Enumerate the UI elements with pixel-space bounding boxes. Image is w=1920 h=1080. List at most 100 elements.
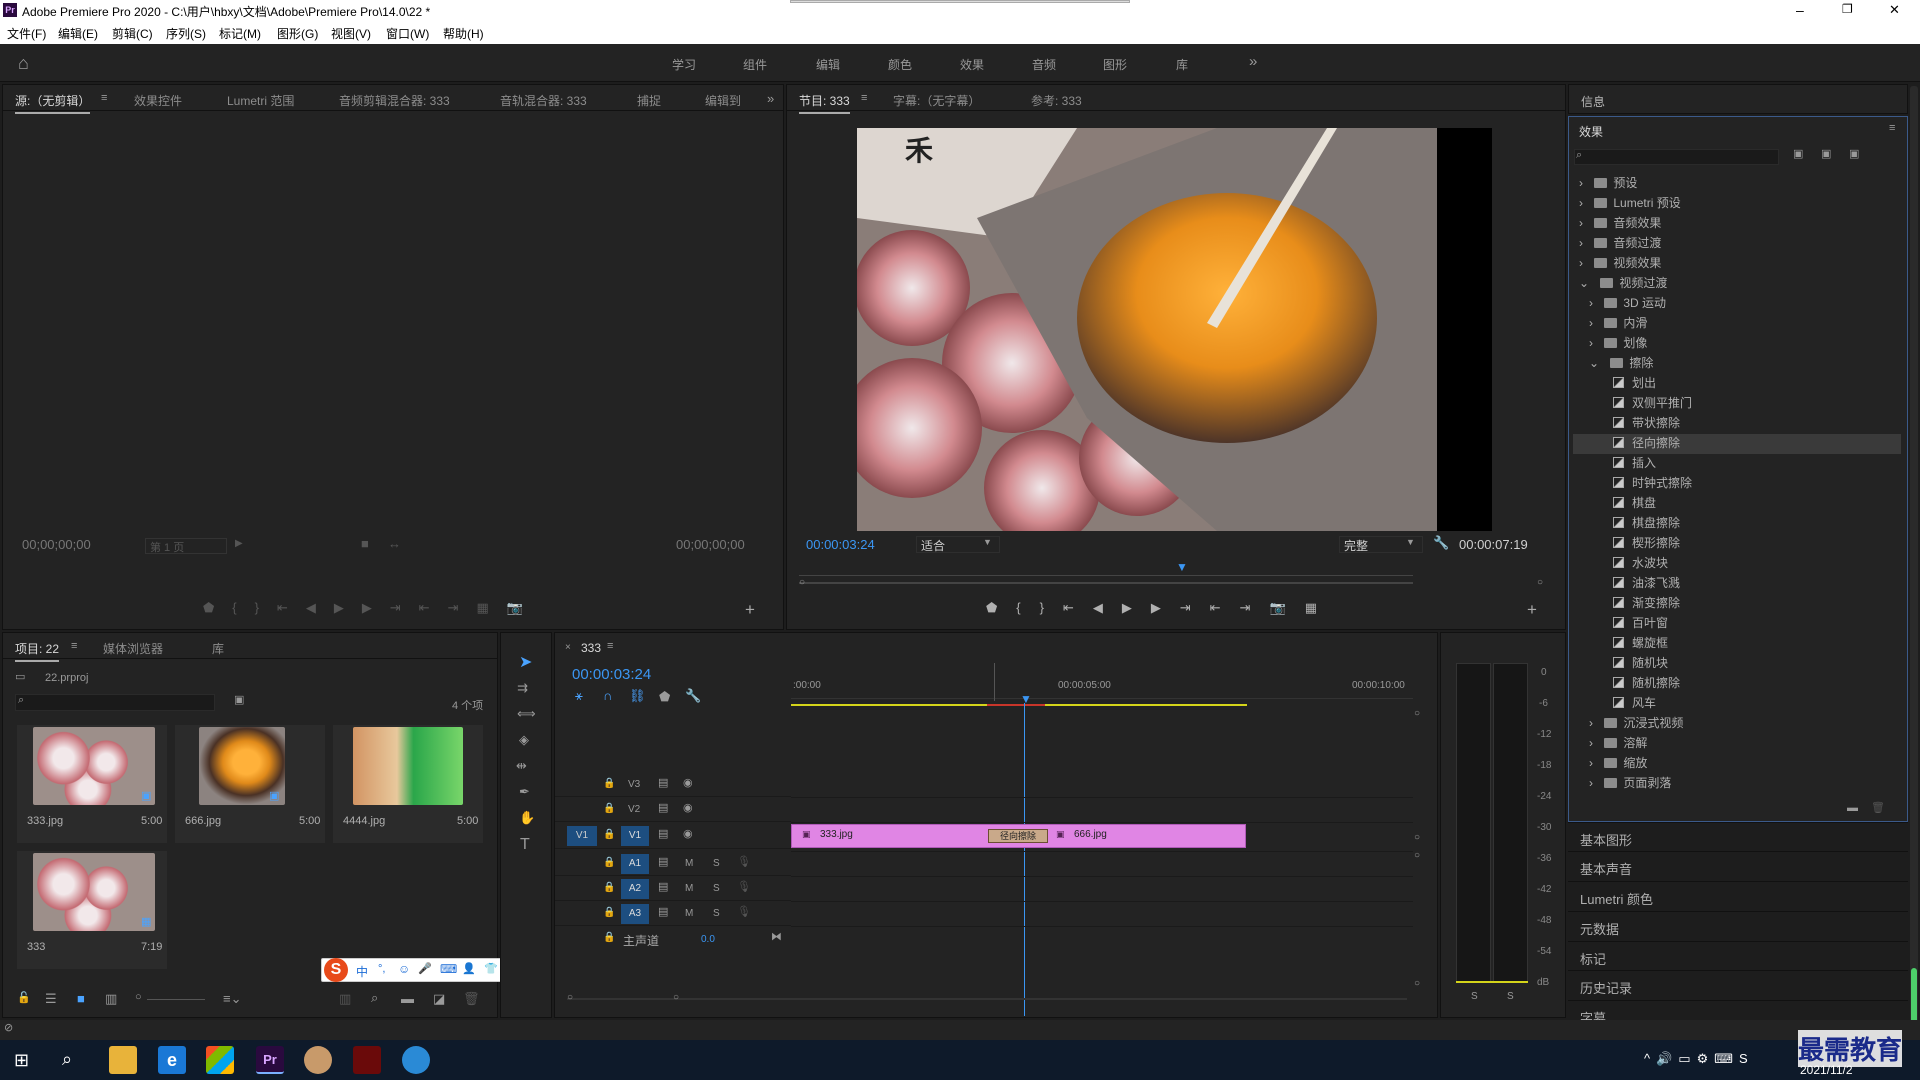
wipe-item[interactable]: 楔形擦除 xyxy=(1573,534,1901,554)
tab-edit-to[interactable]: 编辑到 xyxy=(705,92,741,109)
tab-project[interactable]: 项目: 22 xyxy=(15,640,60,662)
source-transport-controls[interactable]: ⬟{}⇤◀▶▶⇥⇤⇥▦📷 xyxy=(203,601,541,614)
close-button[interactable]: ✕ xyxy=(1889,2,1900,18)
wipe-item[interactable]: 水波块 xyxy=(1573,554,1901,574)
lock-icon[interactable]: 🔓 xyxy=(17,993,31,1004)
tray-icons[interactable]: ^🔊▭⚙⌨S xyxy=(1644,1052,1754,1065)
sync-lock-icon[interactable]: ▤ xyxy=(658,778,668,789)
nest-icon[interactable]: ⚹ xyxy=(575,689,583,702)
menu-window[interactable]: 窗口(W) xyxy=(386,25,429,42)
program-menu-icon[interactable]: ≡ xyxy=(861,93,867,104)
wipe-item[interactable]: 带状擦除 xyxy=(1573,414,1901,434)
new-bin-icon[interactable]: ▬ xyxy=(1847,803,1858,814)
tree-immersive-video[interactable]: › 沉浸式视频 xyxy=(1589,714,1683,734)
a-scroll-handle-icon[interactable]: ○ xyxy=(1414,979,1420,989)
wipe-item[interactable]: 随机擦除 xyxy=(1573,674,1901,694)
zoom-slider-handle-icon[interactable]: ○ xyxy=(135,992,142,1003)
wipe-item[interactable]: 螺旋框 xyxy=(1573,634,1901,654)
lock-track-icon[interactable]: 🔒 xyxy=(603,779,615,789)
menu-clip[interactable]: 剪辑(C) xyxy=(112,25,153,42)
tree-zoom[interactable]: › 缩放 xyxy=(1589,754,1647,774)
ime-voice-icon[interactable]: 🎤 xyxy=(418,962,432,975)
slip-tool-icon[interactable]: ⇹ xyxy=(516,759,527,772)
ime-toolbar[interactable]: S 中 °, ☺ 🎤 ⌨ 👤 👕 ▦ xyxy=(321,958,527,982)
snap-icon[interactable]: ∩ xyxy=(603,689,612,702)
more-tabs-icon[interactable]: » xyxy=(767,92,774,105)
tree-3d-motion[interactable]: › 3D 运动 xyxy=(1589,294,1666,314)
menu-file[interactable]: 文件(F) xyxy=(7,25,46,42)
project-item[interactable]: ▣ 333.jpg 5:00 xyxy=(17,725,167,843)
flash-icon[interactable] xyxy=(353,1046,381,1074)
source-timecode-in[interactable]: 00;00;00;00 xyxy=(22,537,91,552)
clear-icon[interactable]: 🗑 xyxy=(463,992,480,1005)
tree-video-effects[interactable]: › 视频效果 xyxy=(1579,254,1661,274)
project-item[interactable]: ▦ 333 7:19 xyxy=(17,851,167,969)
workspace-learn[interactable]: 学习 xyxy=(672,56,696,73)
store-icon[interactable] xyxy=(206,1046,234,1074)
ie-icon[interactable] xyxy=(402,1046,430,1074)
new-bin-icon[interactable]: ▬ xyxy=(401,992,414,1005)
project-search-input[interactable] xyxy=(15,694,215,711)
solo-right-button[interactable]: S xyxy=(1507,991,1514,1002)
freeform-view-icon[interactable]: ▥ xyxy=(105,992,117,1005)
menu-edit[interactable]: 编辑(E) xyxy=(58,25,98,42)
pen-tool-icon[interactable]: ✒ xyxy=(519,785,530,798)
source-add-button[interactable]: + xyxy=(745,601,755,618)
eye-icon[interactable]: ◉ xyxy=(683,829,693,840)
tree-presets[interactable]: › 预设 xyxy=(1579,174,1637,194)
maximize-button[interactable]: ❐ xyxy=(1842,2,1853,16)
tree-audio-effects[interactable]: › 音频效果 xyxy=(1579,214,1661,234)
timeline-menu-icon[interactable]: ≡ xyxy=(607,641,613,652)
ime-emoji-icon[interactable]: ☺ xyxy=(398,962,410,976)
effects-search-input[interactable] xyxy=(1574,149,1779,165)
windows-start-icon[interactable]: ⊞ xyxy=(14,1051,29,1069)
tree-video-transitions[interactable]: ⌄ 视频过渡 xyxy=(1579,274,1667,294)
v-scroll-handle-icon[interactable]: ○ xyxy=(1414,709,1420,719)
wipe-item[interactable]: 风车 xyxy=(1573,694,1901,714)
tab-program[interactable]: 节目: 333 xyxy=(799,92,850,114)
tree-dissolve[interactable]: › 溶解 xyxy=(1589,734,1647,754)
sort-icon[interactable]: ≡⌄ xyxy=(223,992,241,1005)
more-workspaces-icon[interactable]: » xyxy=(1249,54,1257,69)
project-item[interactable]: ▣ 666.jpg 5:00 xyxy=(175,725,325,843)
sync-lock-icon[interactable]: ▤ xyxy=(658,857,668,868)
menu-view[interactable]: 视图(V) xyxy=(331,25,371,42)
tab-source[interactable]: 源:（无剪辑） xyxy=(15,92,91,114)
new-item-icon[interactable]: ◪ xyxy=(433,992,445,1005)
ime-keyboard-icon[interactable]: ⌨ xyxy=(440,962,457,976)
program-add-button[interactable]: + xyxy=(1527,601,1537,618)
track-label[interactable]: A3 xyxy=(621,904,649,924)
icon-view-icon[interactable]: ■ xyxy=(77,992,85,1005)
track-select-tool-icon[interactable]: ⇉ xyxy=(517,681,528,694)
workspace-assembly[interactable]: 组件 xyxy=(743,56,767,73)
premiere-icon[interactable]: Pr xyxy=(256,1046,284,1074)
wipe-item[interactable]: 棋盘 xyxy=(1573,494,1901,514)
tab-captions[interactable]: 字幕:（无字幕） xyxy=(893,92,980,109)
sync-lock-icon[interactable]: ▤ xyxy=(658,882,668,893)
track-label[interactable]: V2 xyxy=(628,804,640,815)
track-area[interactable]: ▣ 333.jpg ▣ 666.jpg 径向擦除 xyxy=(791,773,1413,953)
find-icon[interactable]: ⌕ xyxy=(371,991,378,1004)
timeline-playhead-icon[interactable]: ▼ xyxy=(1020,693,1032,705)
transition-radial-wipe[interactable]: 径向擦除 xyxy=(988,829,1048,843)
tree-iris[interactable]: › 划像 xyxy=(1589,334,1647,354)
edge-icon[interactable]: e xyxy=(158,1046,186,1074)
type-tool-icon[interactable]: T xyxy=(520,837,530,853)
program-playhead-icon[interactable]: ▼ xyxy=(1176,561,1188,573)
program-transport-controls[interactable]: ⬟{}⇤◀▶▶⇥⇤⇥📷▦ xyxy=(986,601,1336,614)
home-icon[interactable]: ⌂ xyxy=(18,54,29,72)
sync-lock-icon[interactable]: ▤ xyxy=(658,803,668,814)
selection-tool-icon[interactable]: ➤ xyxy=(519,655,532,671)
lock-track-icon[interactable]: 🔒 xyxy=(603,804,615,814)
lock-track-icon[interactable]: 🔒 xyxy=(603,830,615,840)
lock-track-icon[interactable]: 🔒 xyxy=(603,933,615,943)
panel-metadata[interactable]: 元数据 xyxy=(1568,911,1908,939)
go-to-end-icon[interactable]: ⧓ xyxy=(771,932,782,943)
automate-icon[interactable]: ▥ xyxy=(339,992,351,1005)
lock-track-icon[interactable]: 🔒 xyxy=(603,883,615,893)
microphone-icon[interactable]: 🎙 xyxy=(737,857,751,868)
tree-page-peel[interactable]: › 页面剥落 xyxy=(1589,774,1671,794)
menu-sequence[interactable]: 序列(S) xyxy=(166,25,206,42)
panel-history[interactable]: 历史记录 xyxy=(1568,970,1908,998)
wrench-icon[interactable]: 🔧 xyxy=(1433,536,1449,549)
